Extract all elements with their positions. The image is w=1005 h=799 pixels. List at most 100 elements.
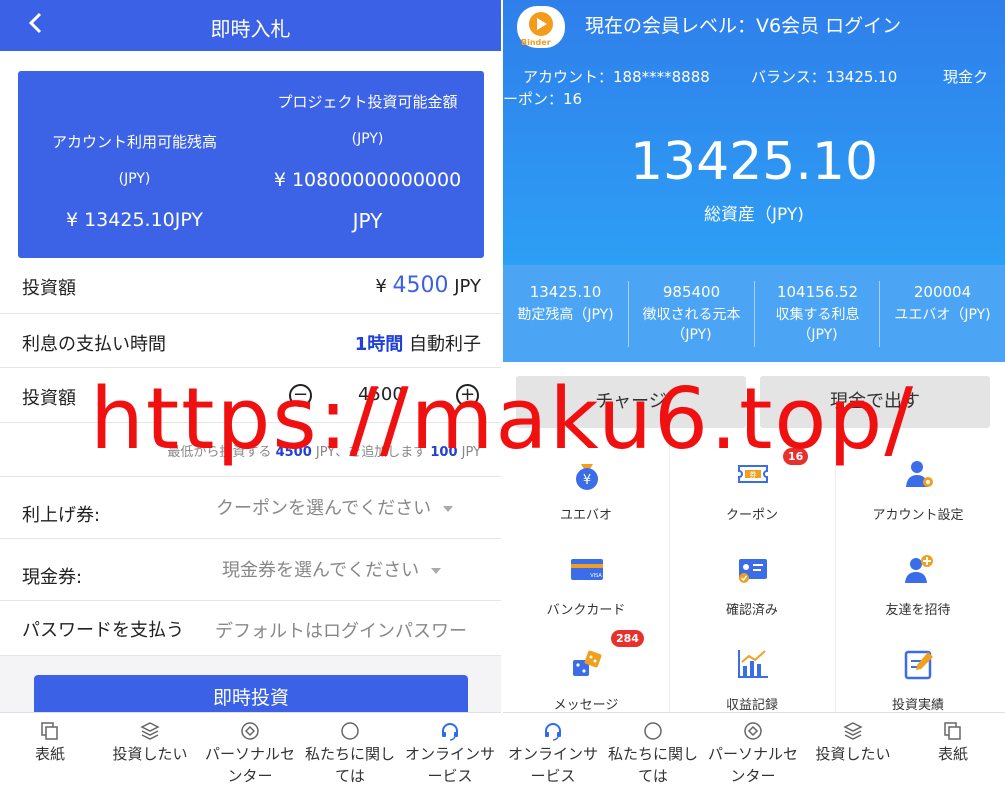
tab-invest[interactable]: 投資したい [100, 713, 200, 799]
stat-label: 収集する利息（JPY) [775, 307, 860, 343]
tab-personal-center[interactable]: パーソナルセンター [703, 713, 803, 799]
member-level[interactable]: 現在の会員レベル：V6会员 ログイン [585, 11, 901, 38]
bottom-tab-bar: オンラインサービス 私たちに関しては パーソナルセンター 投資したい 表紙 [503, 712, 1005, 799]
cash-coupon-label: 現金券: [22, 567, 83, 588]
tab-online-service[interactable]: オンラインサービス [400, 713, 500, 799]
coupon-row[interactable]: 利上げ券: クーポンを選んでください [0, 477, 501, 539]
tab-label: オンラインサービス [507, 745, 598, 785]
min-invest-hint: 最低から投資する 4500 JPY、を追加します 100 JPY [167, 441, 481, 460]
account-number: アカウント：188****8888 [523, 68, 710, 86]
stat-label: 徴収される元本（JPY) [642, 307, 741, 343]
coupon-icon: 券 [738, 465, 768, 483]
bank-card-icon: VISA [571, 559, 603, 580]
verified-id-icon [739, 559, 767, 583]
target-icon [744, 722, 762, 740]
decrease-button[interactable]: − [289, 384, 312, 407]
grid-item-verified[interactable]: 確認済み [669, 535, 835, 630]
project-amount-unit: (JPY) [351, 131, 384, 147]
earnings-chart-icon [738, 650, 768, 678]
tab-label: 投資したい [815, 745, 891, 763]
grid-item-coupon[interactable]: 券 16 クーポン [669, 440, 835, 535]
hint-step: 100 [430, 445, 458, 460]
tab-invest[interactable]: 投資したい [803, 713, 903, 799]
cash-coupon-count-b: ーポン：16 [503, 90, 583, 108]
cash-coupon-select[interactable]: 現金券を選んでください [222, 556, 442, 582]
invite-friend-icon [905, 555, 933, 583]
available-balance-unit: (JPY) [118, 171, 151, 187]
tab-home[interactable]: 表紙 [903, 713, 1003, 799]
interest-time-value-group: 1時間 自動利子 [355, 330, 481, 356]
target-icon [241, 722, 259, 740]
grid-item-invite-friend[interactable]: 友達を招待 [835, 535, 1001, 630]
withdraw-button[interactable]: 現金で出す [760, 376, 990, 428]
password-label: パスワードを支払う [22, 620, 184, 641]
stats-bar: 13425.10 勘定残高（JPY) 985400 徴収される元本（JPY) 1… [503, 265, 1005, 362]
increase-button[interactable]: + [456, 384, 479, 407]
page-title: 即時入札 [210, 17, 291, 41]
stat-label: 勘定残高（JPY) [517, 307, 614, 323]
caret-down-icon [431, 568, 442, 574]
tab-online-service[interactable]: オンラインサービス [503, 713, 603, 799]
total-assets-label: 総資産（JPY) [704, 205, 804, 225]
tab-about-us[interactable]: 私たちに関しては [300, 713, 400, 799]
account-settings-icon [906, 461, 933, 487]
tab-label: 表紙 [937, 745, 968, 763]
tab-personal-center[interactable]: パーソナルセンター [200, 713, 300, 799]
hint-suffix: JPY [461, 445, 481, 460]
grid-item-bank-card[interactable]: VISA バンクカード [503, 535, 669, 630]
invest-now-screen: 即時入札 アカウント利用可能残高 (JPY) ¥ 13425.10JPY プロジ… [0, 0, 501, 799]
grid-item-earnings-record[interactable]: 収益記録 [669, 630, 835, 725]
grid-item-label: 投資実績 [891, 698, 944, 713]
project-amount-currency: JPY [352, 209, 383, 233]
invest-amount-row: 投資額 ¥ 4500 JPY [0, 261, 501, 314]
grid-item-account-settings[interactable]: アカウント設定 [835, 440, 1001, 535]
grid-item-label: メッセージ [553, 698, 619, 713]
dice-message-icon [573, 650, 602, 676]
min-invest-hint-row: 最低から投資する 4500 JPY、を追加します 100 JPY [0, 423, 501, 477]
stat-value: 104156.52 [776, 283, 859, 301]
password-field[interactable]: デフォルトはログインパスワー [215, 617, 467, 643]
feature-grid: ¥ ユエバオ 券 16 クーポン アカウント設定 VISA バンクカード 確認済… [503, 440, 1005, 715]
tab-home[interactable]: 表紙 [0, 713, 100, 799]
interest-period: 1時間 [354, 334, 404, 355]
caret-down-icon [443, 506, 454, 512]
stat-yuebao: 200004 ユエバオ（JPY) [880, 265, 1005, 362]
layers-icon [140, 722, 160, 740]
compass-icon [341, 722, 359, 740]
account-hero: Binder 現在の会員レベル：V6会员 ログイン アカウント：188****8… [503, 0, 1005, 265]
brand-logo: Binder [517, 6, 565, 48]
available-balance-value: ¥ 13425.10JPY [65, 209, 204, 231]
charge-button[interactable]: チャージ [516, 376, 746, 428]
interest-type: 自動利子 [409, 334, 481, 355]
tab-label: パーソナルセンター [204, 745, 295, 785]
quantity-stepper[interactable]: 4500 [358, 384, 404, 405]
message-badge: 284 [611, 630, 644, 647]
header-bar: 即時入札 [0, 0, 501, 51]
tab-label: 投資したい [112, 745, 188, 763]
project-amount-value: ¥ 10800000000000 [273, 169, 462, 191]
balance-card: アカウント利用可能残高 (JPY) ¥ 13425.10JPY プロジェクト投資… [18, 71, 484, 258]
cash-coupon-count-a: 現金ク [943, 68, 989, 86]
stepper-label: 投資額 [22, 388, 76, 409]
grid-item-label: ユエバオ [559, 508, 612, 523]
grid-item-yuebao[interactable]: ¥ ユエバオ [503, 440, 669, 535]
stat-account-balance: 13425.10 勘定残高（JPY) [503, 265, 628, 362]
grid-item-label: 収益記録 [725, 698, 778, 713]
stat-label: ユエバオ（JPY) [894, 307, 991, 323]
grid-item-message[interactable]: 284 メッセージ [503, 630, 669, 725]
grid-item-label: 確認済み [725, 603, 778, 618]
password-row: パスワードを支払う デフォルトはログインパスワー [0, 601, 501, 656]
stat-interest: 104156.52 収集する利息（JPY) [755, 265, 880, 362]
cash-coupon-row[interactable]: 現金券: 現金券を選んでください [0, 539, 501, 601]
grid-item-investment-record[interactable]: 投資実績 [835, 630, 1001, 725]
headset-icon [442, 723, 458, 741]
bottom-tab-bar: 表紙 投資したい パーソナルセンター 私たちに関しては オンラインサービス [0, 712, 501, 799]
coupon-select-text: クーポンを選んでください [216, 498, 432, 519]
stat-value: 985400 [662, 283, 721, 301]
coupon-select[interactable]: クーポンを選んでください [216, 494, 454, 520]
invest-amount-value: 4500 [392, 273, 449, 298]
tab-about-us[interactable]: 私たちに関しては [603, 713, 703, 799]
headset-icon [545, 723, 561, 741]
grid-item-label: クーポン [725, 508, 778, 523]
money-bag-icon: ¥ [576, 464, 598, 490]
